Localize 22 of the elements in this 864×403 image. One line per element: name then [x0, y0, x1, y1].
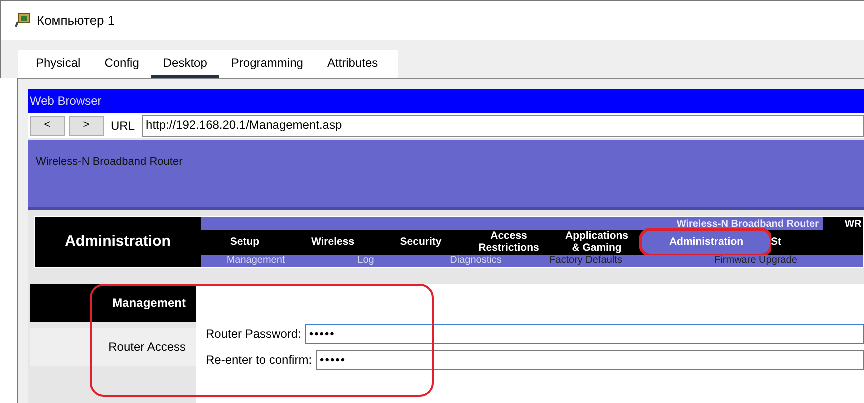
section-title: Administration [65, 232, 171, 252]
field-label: Router Password: [206, 326, 302, 343]
side-menu-item[interactable]: Management [30, 284, 196, 322]
tab[interactable]: Programming [219, 50, 316, 78]
password-field[interactable]: ••••• [316, 350, 864, 370]
tab[interactable]: Physical [24, 50, 93, 78]
computer-icon [15, 12, 31, 28]
forward-button[interactable]: > [69, 116, 104, 136]
field-label: Re-enter to confirm: [206, 352, 312, 369]
browser-title: Web Browser [30, 93, 102, 110]
product-name: Wireless-N Broadband Router [676, 218, 820, 230]
side-menu-item[interactable]: Router Access [30, 328, 196, 366]
window-title: Компьютер 1 [37, 12, 116, 30]
model-name: WR [823, 217, 863, 230]
back-button[interactable]: < [30, 116, 65, 136]
menu-tab[interactable]: Administration [641, 230, 771, 255]
header-title: Wireless-N Broadband Router [36, 156, 183, 168]
url-field[interactable]: http://192.168.20.1/Management.asp [142, 114, 864, 136]
tab[interactable]: Config [92, 50, 152, 78]
tab[interactable]: Attributes [315, 50, 390, 78]
password-field[interactable]: ••••• [305, 324, 864, 344]
url-label: URL [110, 118, 136, 134]
